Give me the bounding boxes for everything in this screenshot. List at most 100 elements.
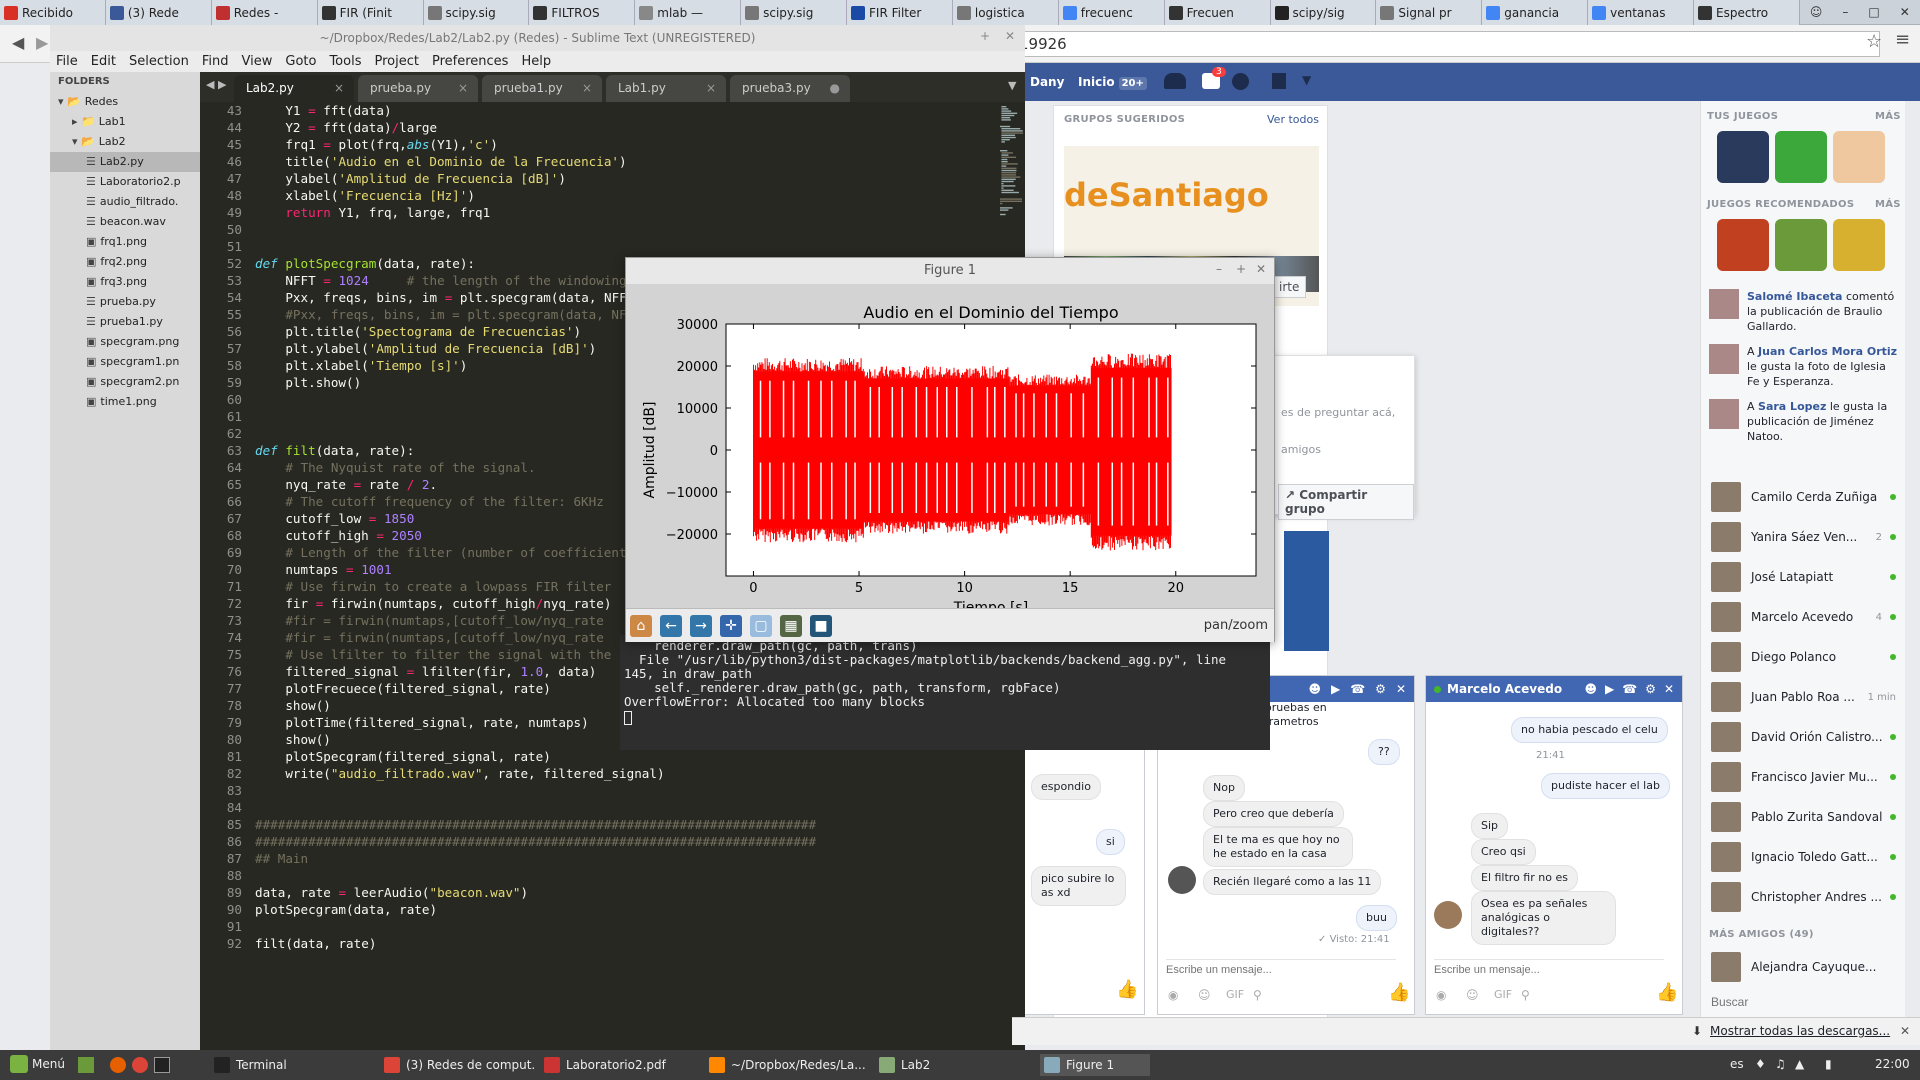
more-link[interactable]: MÁS — [1875, 199, 1901, 210]
taskbar-item[interactable]: Figure 1 — [1040, 1054, 1150, 1076]
taskbar-item[interactable]: (3) Redes de comput... — [380, 1054, 535, 1076]
maximize-icon[interactable]: + — [980, 29, 990, 43]
browser-tab[interactable]: scipy/sig — [1270, 0, 1377, 25]
tree-item[interactable]: ▾ 📂 Redes — [50, 92, 200, 112]
tab-close-icon[interactable]: × — [458, 75, 468, 102]
close-icon[interactable]: ✕ — [1256, 262, 1266, 276]
firefox-icon[interactable] — [110, 1057, 126, 1073]
browser-tab[interactable]: ganancia — [1482, 0, 1589, 25]
browser-tab[interactable]: Espectro — [1694, 0, 1800, 25]
see-all-link[interactable]: Ver todos — [1267, 113, 1319, 126]
tree-item[interactable]: ▾ 📂 Lab2 — [50, 132, 200, 152]
tree-item[interactable]: ▣ frq2.png — [50, 252, 200, 272]
mint-menu-icon[interactable] — [10, 1055, 28, 1073]
ticker-name[interactable]: Salomé Ibaceta — [1747, 290, 1842, 303]
contact-row[interactable]: Alejandra Cayuque... — [1701, 947, 1906, 987]
network-icon[interactable]: ▲ — [1795, 1057, 1804, 1071]
pan-icon[interactable]: ✛ — [720, 615, 742, 637]
tab-close-icon[interactable]: × — [582, 75, 592, 102]
contact-row[interactable]: Yanira Sáez Ven... 2 — [1701, 517, 1906, 557]
video-icon[interactable]: ▶ — [1331, 682, 1340, 696]
star-icon[interactable]: ☆ — [1866, 31, 1882, 52]
game-tile[interactable] — [1717, 219, 1769, 271]
contact-row[interactable]: Diego Polanco — [1701, 637, 1906, 677]
ticker-item[interactable]: A Juan Carlos Mora Ortiz le gusta la fot… — [1709, 344, 1899, 389]
tab-left-arrow-icon[interactable]: ◀ ▶ — [206, 78, 226, 91]
terminal-launcher-icon[interactable] — [154, 1057, 170, 1073]
ticker-item[interactable]: A Sara Lopez le gusta la publicación de … — [1709, 399, 1899, 444]
editor-tab[interactable]: Lab1.py × — [606, 75, 726, 102]
browser-tab[interactable]: Recibido — [0, 0, 106, 25]
menu-file[interactable]: File — [56, 54, 78, 69]
browser-tab[interactable]: logistica — [952, 0, 1059, 25]
configure-icon[interactable]: ▦ — [780, 615, 802, 637]
browser-tab[interactable]: Frecuen — [1164, 0, 1271, 25]
more-link[interactable]: MÁS — [1875, 111, 1901, 122]
show-desktop-icon[interactable] — [78, 1057, 94, 1073]
profile-link[interactable]: Dany — [1030, 75, 1064, 89]
ad-image[interactable] — [1284, 531, 1329, 651]
tree-item[interactable]: ☰ Lab2.py — [50, 152, 200, 172]
attach-icon[interactable]: ⚲ — [1521, 988, 1530, 1002]
editor-tab[interactable]: prueba1.py × — [482, 75, 602, 102]
contact-row[interactable]: Francisco Javier Mu... — [1701, 757, 1906, 797]
video-icon[interactable]: ▶ — [1605, 682, 1614, 696]
camera-icon[interactable]: ◉ — [1168, 988, 1178, 1002]
join-group-button[interactable]: irte — [1272, 276, 1307, 298]
keyboard-layout[interactable]: es — [1730, 1057, 1744, 1071]
menu-edit[interactable]: Edit — [91, 54, 116, 69]
browser-tab[interactable]: (3) Rede — [105, 0, 212, 25]
browser-tab[interactable]: FILTROS — [529, 0, 636, 25]
close-icon[interactable]: ✕ — [1005, 29, 1015, 43]
game-tile[interactable] — [1717, 131, 1769, 183]
volume-icon[interactable]: ♫ — [1775, 1057, 1786, 1071]
chat-search-input[interactable] — [1711, 991, 1861, 1013]
taskbar-item[interactable]: Laboratorio2.pdf — [540, 1054, 700, 1076]
like-icon[interactable]: 👍 — [1388, 982, 1410, 1003]
tree-item[interactable]: ☰ Laboratorio2.p — [50, 172, 200, 192]
home-icon[interactable]: ⌂ — [630, 615, 652, 637]
contact-row[interactable]: Christopher Andres ... — [1701, 877, 1906, 917]
terminal-window[interactable]: renderer.draw_path(gc, path, trans) File… — [620, 635, 1270, 750]
forward-icon[interactable]: → — [690, 615, 712, 637]
browser-tab[interactable]: FIR (Finit — [317, 0, 424, 25]
maximize-icon[interactable]: □ — [1868, 5, 1879, 19]
back-icon[interactable]: ← — [660, 615, 682, 637]
zoom-icon[interactable]: ▢ — [750, 615, 772, 637]
chrome-launcher-icon[interactable] — [132, 1057, 148, 1073]
tree-item[interactable]: ▣ frq1.png — [50, 232, 200, 252]
ticker-item[interactable]: Salomé Ibaceta comentó la publicación de… — [1709, 289, 1899, 334]
tab-close-icon[interactable]: × — [706, 75, 716, 102]
chat-header[interactable]: Marcelo Acevedo ☻ ▶ ☎ ⚙ ✕ — [1426, 676, 1682, 702]
menu-find[interactable]: Find — [202, 54, 229, 69]
settings-dropdown-icon[interactable]: ▼ — [1302, 73, 1311, 87]
game-tile[interactable] — [1833, 219, 1885, 271]
menu-project[interactable]: Project — [374, 54, 418, 69]
browser-tab[interactable]: scipy.sig — [741, 0, 847, 25]
home-link[interactable]: Inicio 20+ — [1078, 75, 1147, 90]
tab-close-icon[interactable]: ● — [830, 75, 840, 102]
phone-icon[interactable]: ☎ — [1622, 682, 1637, 696]
like-icon[interactable]: 👍 — [1656, 982, 1678, 1003]
tree-item[interactable]: ▣ time1.png — [50, 392, 200, 412]
browser-tab[interactable]: ventanas — [1588, 0, 1694, 25]
clock[interactable]: 22:00 — [1875, 1057, 1910, 1071]
taskbar-item[interactable]: Lab2 — [875, 1054, 1035, 1076]
show-all-downloads-link[interactable]: Mostrar todas las descargas... — [1710, 1024, 1890, 1038]
contact-row[interactable]: Camilo Cerda Zuñiga — [1701, 477, 1906, 517]
menu-tools[interactable]: Tools — [329, 54, 361, 69]
minimize-icon[interactable]: – — [1842, 5, 1848, 19]
tree-item[interactable]: ▸ 📁 Lab1 — [50, 112, 200, 132]
close-icon[interactable]: ✕ — [1396, 682, 1406, 696]
tree-item[interactable]: ☰ audio_filtrado. — [50, 192, 200, 212]
emoji-icon[interactable]: ☺ — [1466, 988, 1479, 1002]
contact-row[interactable]: Marcelo Acevedo 4 — [1701, 597, 1906, 637]
lock-icon[interactable] — [1272, 73, 1286, 89]
save-icon[interactable]: ■ — [810, 615, 832, 637]
ticker-name[interactable]: Juan Carlos Mora Ortiz — [1758, 345, 1897, 358]
browser-tab[interactable]: frecuenc — [1058, 0, 1165, 25]
tree-item[interactable]: ☰ prueba1.py — [50, 312, 200, 332]
chat-message-input[interactable] — [1166, 959, 1396, 979]
emoji-icon[interactable]: ☺ — [1198, 988, 1211, 1002]
game-tile[interactable] — [1775, 219, 1827, 271]
